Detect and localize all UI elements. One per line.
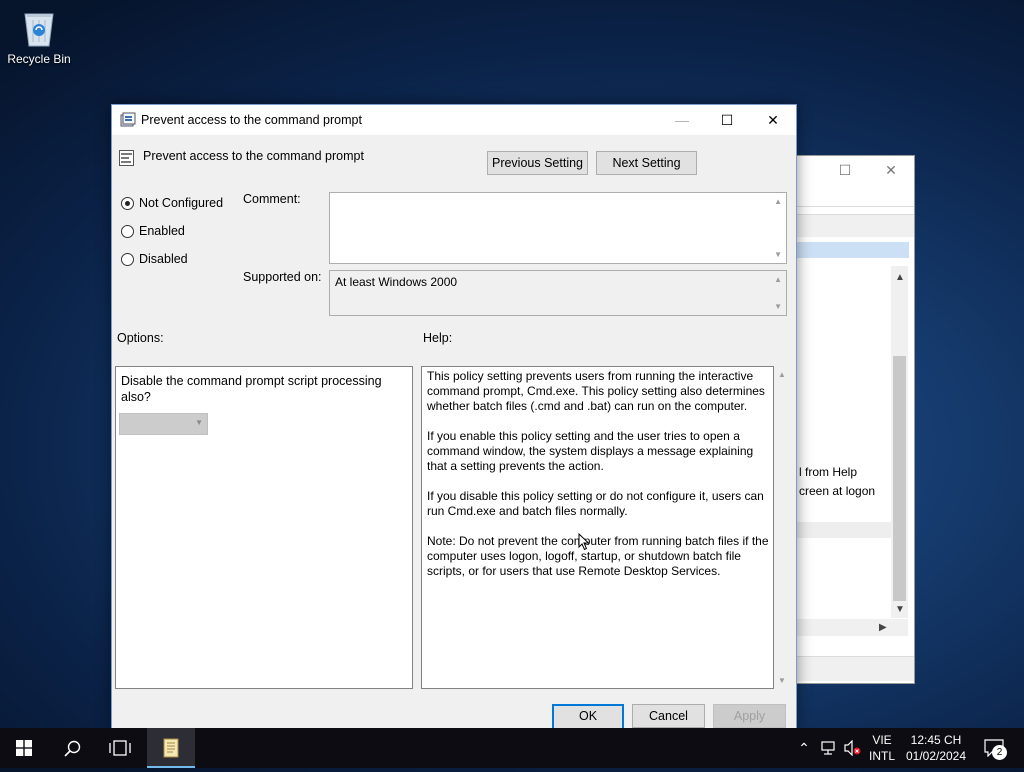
list-row bbox=[797, 522, 891, 538]
supported-on-field: At least Windows 2000 ▲ ▼ bbox=[329, 270, 787, 316]
volume-muted-icon[interactable] bbox=[842, 728, 864, 768]
ok-button[interactable]: OK bbox=[552, 704, 624, 729]
restore-icon[interactable]: ☐ bbox=[833, 160, 857, 180]
radio-label: Not Configured bbox=[139, 196, 224, 210]
radio-circle[interactable] bbox=[121, 225, 134, 238]
windows-logo-icon bbox=[16, 740, 32, 756]
options-panel: Disable the command prompt script proces… bbox=[115, 366, 413, 689]
scroll-up-icon[interactable]: ▲ bbox=[895, 272, 905, 283]
help-paragraph: If you disable this policy setting or do… bbox=[427, 489, 764, 518]
language-top: VIE bbox=[872, 733, 892, 747]
option-question: Disable the command prompt script proces… bbox=[121, 374, 382, 404]
radio-label: Enabled bbox=[139, 224, 185, 238]
option-dropdown[interactable]: ▼ bbox=[119, 413, 208, 435]
divider bbox=[797, 206, 914, 207]
help-paragraph: This policy setting prevents users from … bbox=[427, 369, 765, 413]
help-panel: This policy setting prevents users from … bbox=[421, 366, 774, 689]
mouse-cursor-icon bbox=[578, 532, 590, 554]
start-button[interactable] bbox=[0, 728, 48, 768]
help-paragraph: Note: Do not prevent the computer from r… bbox=[427, 534, 769, 578]
scroll-up-icon[interactable]: ▲ bbox=[778, 370, 786, 379]
search-icon bbox=[63, 740, 80, 757]
help-text: This policy setting prevents users from … bbox=[427, 369, 769, 594]
network-icon[interactable] bbox=[818, 728, 840, 768]
cancel-button[interactable]: Cancel bbox=[632, 704, 705, 728]
setting-icon bbox=[119, 150, 134, 166]
search-button[interactable] bbox=[48, 728, 96, 768]
comment-field[interactable]: ▲ ▼ bbox=[329, 192, 787, 264]
help-scrollbar[interactable]: ▲ ▼ bbox=[773, 366, 792, 689]
radio-circle[interactable] bbox=[121, 253, 134, 266]
dialog-title: Prevent access to the command prompt bbox=[141, 113, 362, 127]
recycle-bin-label: Recycle Bin bbox=[7, 52, 71, 66]
background-window[interactable]: ☐ ✕ l from Help creen at logon ▲ ▼ ▶ bbox=[796, 155, 915, 684]
policy-dialog: Prevent access to the command prompt — ☐… bbox=[111, 104, 797, 730]
chevron-down-icon: ▼ bbox=[195, 418, 203, 427]
scroll-right-icon[interactable]: ▶ bbox=[879, 622, 887, 633]
scroll-down-icon[interactable]: ▼ bbox=[774, 302, 782, 311]
maximize-icon[interactable]: ☐ bbox=[704, 105, 750, 135]
help-paragraph: If you enable this policy setting and th… bbox=[427, 429, 754, 473]
notification-count-badge: 2 bbox=[992, 745, 1007, 760]
recycle-bin-shortcut[interactable]: Recycle Bin bbox=[4, 6, 74, 76]
next-setting-button[interactable]: Next Setting bbox=[596, 151, 697, 175]
radio-circle[interactable] bbox=[121, 197, 134, 210]
scroll-down-icon[interactable]: ▼ bbox=[895, 604, 905, 615]
close-icon[interactable]: ✕ bbox=[750, 105, 796, 135]
supported-on-value: At least Windows 2000 bbox=[335, 275, 458, 289]
scroll-thumb[interactable] bbox=[893, 356, 906, 601]
title-bar[interactable]: Prevent access to the command prompt — ☐… bbox=[112, 105, 796, 135]
taskbar-app-policy-editor[interactable] bbox=[147, 728, 195, 768]
previous-setting-button[interactable]: Previous Setting bbox=[487, 151, 588, 175]
task-view-icon bbox=[109, 740, 131, 756]
status-bar bbox=[797, 656, 914, 681]
help-label: Help: bbox=[423, 331, 453, 345]
comment-label: Comment: bbox=[243, 192, 301, 206]
scroll-up-icon[interactable]: ▲ bbox=[774, 197, 782, 206]
policy-editor-icon bbox=[163, 738, 179, 758]
options-label: Options: bbox=[117, 331, 164, 345]
clock-time: 12:45 CH bbox=[910, 733, 962, 747]
clock-date: 01/02/2024 bbox=[905, 749, 967, 763]
horizontal-scrollbar[interactable] bbox=[797, 619, 908, 636]
minimize-icon[interactable]: — bbox=[659, 105, 705, 135]
language-bottom: INTL bbox=[868, 749, 895, 763]
radio-selected-dot bbox=[125, 201, 130, 206]
apply-button[interactable]: Apply bbox=[713, 704, 786, 728]
chevron-up-icon[interactable]: ⌃ bbox=[794, 728, 814, 768]
toolbar-strip bbox=[797, 214, 914, 237]
clock[interactable]: 12:45 CH 01/02/2024 bbox=[902, 732, 970, 772]
task-view-button[interactable] bbox=[96, 728, 144, 768]
selected-row bbox=[797, 242, 909, 258]
scroll-up-icon[interactable]: ▲ bbox=[774, 275, 782, 284]
scroll-down-icon[interactable]: ▼ bbox=[778, 676, 786, 685]
action-center-button[interactable]: 2 bbox=[978, 728, 1012, 768]
close-icon[interactable]: ✕ bbox=[879, 160, 903, 180]
list-item-text: l from Help bbox=[799, 465, 858, 479]
list-item-text: creen at logon bbox=[799, 484, 876, 498]
taskbar: ⌃ VIE INTL 12:45 CH 01/02/2024 2 bbox=[0, 728, 1024, 768]
supported-on-label: Supported on: bbox=[243, 270, 322, 284]
recycle-bin-icon bbox=[21, 8, 57, 48]
scroll-down-icon[interactable]: ▼ bbox=[774, 250, 782, 259]
policy-app-icon bbox=[120, 112, 136, 128]
language-indicator[interactable]: VIE INTL bbox=[864, 732, 900, 772]
setting-name: Prevent access to the command prompt bbox=[143, 149, 364, 163]
radio-label: Disabled bbox=[139, 252, 188, 266]
